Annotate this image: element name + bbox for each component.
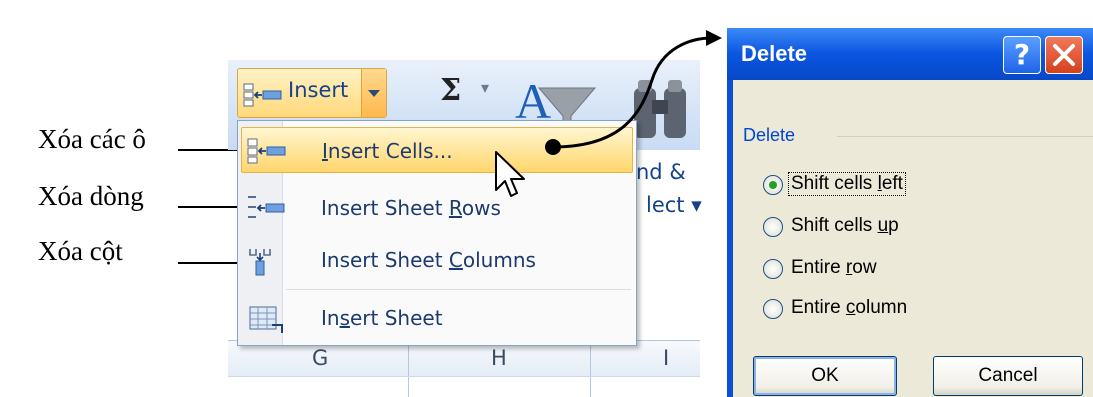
- connector-arrow-icon: [545, 30, 722, 155]
